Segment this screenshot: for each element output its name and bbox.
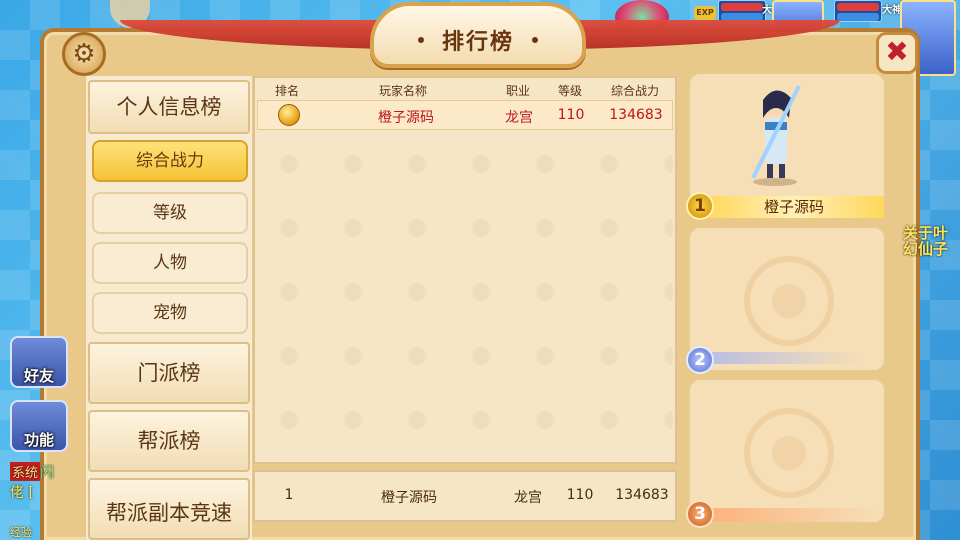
settings-gear-icon[interactable]: ⚙: [62, 32, 106, 76]
functions-label: 功能: [23, 431, 54, 449]
chat-system-tag: 系统: [10, 462, 41, 481]
menu-guild-dungeon-race[interactable]: 帮派副本竞速: [88, 478, 250, 540]
functions-button[interactable]: 功能: [10, 400, 68, 452]
scene-npc-name-2: 幻仙子: [903, 240, 949, 258]
empty-slot-emblem-icon: [744, 256, 834, 346]
menu-combat-power[interactable]: 综合战力: [92, 140, 248, 182]
friends-button[interactable]: 好友: [10, 336, 68, 388]
column-combat-power: 综合战力: [610, 84, 659, 98]
chat-text-3: 经验: [10, 526, 32, 539]
my-rank: 1: [284, 487, 294, 503]
close-button[interactable]: ✖: [876, 32, 918, 74]
chat-text-2: 佬 [: [10, 485, 34, 501]
my-rank-row: 1 橙子源码 龙宫 110 134683: [253, 470, 677, 522]
column-player-name: 玩家名称: [378, 84, 427, 98]
menu-personal-ranking[interactable]: 个人信息榜: [88, 80, 250, 134]
second-place-band: [712, 352, 862, 364]
my-player-name: 橙子源码: [381, 490, 437, 506]
chat-line-3: 经验: [10, 524, 32, 540]
empty-slot-emblem-icon: [744, 408, 834, 498]
friends-label: 好友: [23, 367, 54, 385]
menu-guild-ranking[interactable]: 帮派榜: [88, 410, 250, 472]
third-place-band: [712, 508, 882, 522]
menu-level[interactable]: 等级: [92, 192, 248, 234]
row-player-name: 橙子源码: [378, 110, 434, 126]
column-rank: 排名: [274, 84, 299, 98]
title-dot-right: [532, 37, 538, 43]
rank-2-badge: 2: [686, 346, 714, 374]
menu-character[interactable]: 人物: [92, 242, 248, 284]
player2-status-panel: [834, 0, 882, 22]
ranking-table: 排名 玩家名称 职业 等级 综合战力 橙子源码 龙宫 110 134683: [253, 76, 677, 464]
column-level: 等级: [557, 84, 582, 98]
chat-text-1: 闪: [40, 465, 55, 481]
podium-card-third[interactable]: [688, 378, 886, 524]
chat-line-system[interactable]: 系统闪: [10, 462, 54, 482]
page-title: 排行榜: [441, 30, 514, 55]
my-combat-power: 134683: [615, 487, 669, 503]
first-place-character-icon: [751, 85, 801, 186]
row-combat-power: 134683: [609, 107, 663, 123]
table-row[interactable]: 橙子源码 龙宫 110 134683: [257, 100, 673, 130]
player2-mp-bar: [837, 13, 879, 21]
table-background-pattern: [257, 132, 673, 460]
my-level: 110: [566, 487, 594, 503]
player2-name: 大神: [882, 5, 902, 16]
row-class: 龙宫: [505, 110, 533, 126]
category-menu: 个人信息榜 综合战力 等级 人物 宠物 门派榜 帮派榜 帮派副本竞速: [86, 76, 252, 540]
first-place-name: 橙子源码: [704, 196, 884, 218]
menu-sect-ranking[interactable]: 门派榜: [88, 342, 250, 404]
exp-label: EXP: [694, 6, 716, 20]
my-class: 龙宫: [514, 490, 542, 506]
podium-card-second[interactable]: [688, 226, 886, 372]
title-plate: 排行榜: [370, 2, 586, 68]
player1-status-panel: [718, 0, 766, 22]
gold-medal-icon: [278, 104, 300, 126]
player1-hp-bar: [721, 3, 763, 11]
table-header: 排名 玩家名称 职业 等级 综合战力: [255, 80, 675, 100]
chat-line-2[interactable]: 佬 [: [10, 482, 34, 502]
row-level: 110: [557, 107, 585, 123]
player2-hp-bar: [837, 3, 879, 11]
rank-3-badge: 3: [686, 500, 714, 528]
menu-pet[interactable]: 宠物: [92, 292, 248, 334]
column-class: 职业: [505, 84, 530, 98]
rank-1-badge: 1: [686, 192, 714, 220]
